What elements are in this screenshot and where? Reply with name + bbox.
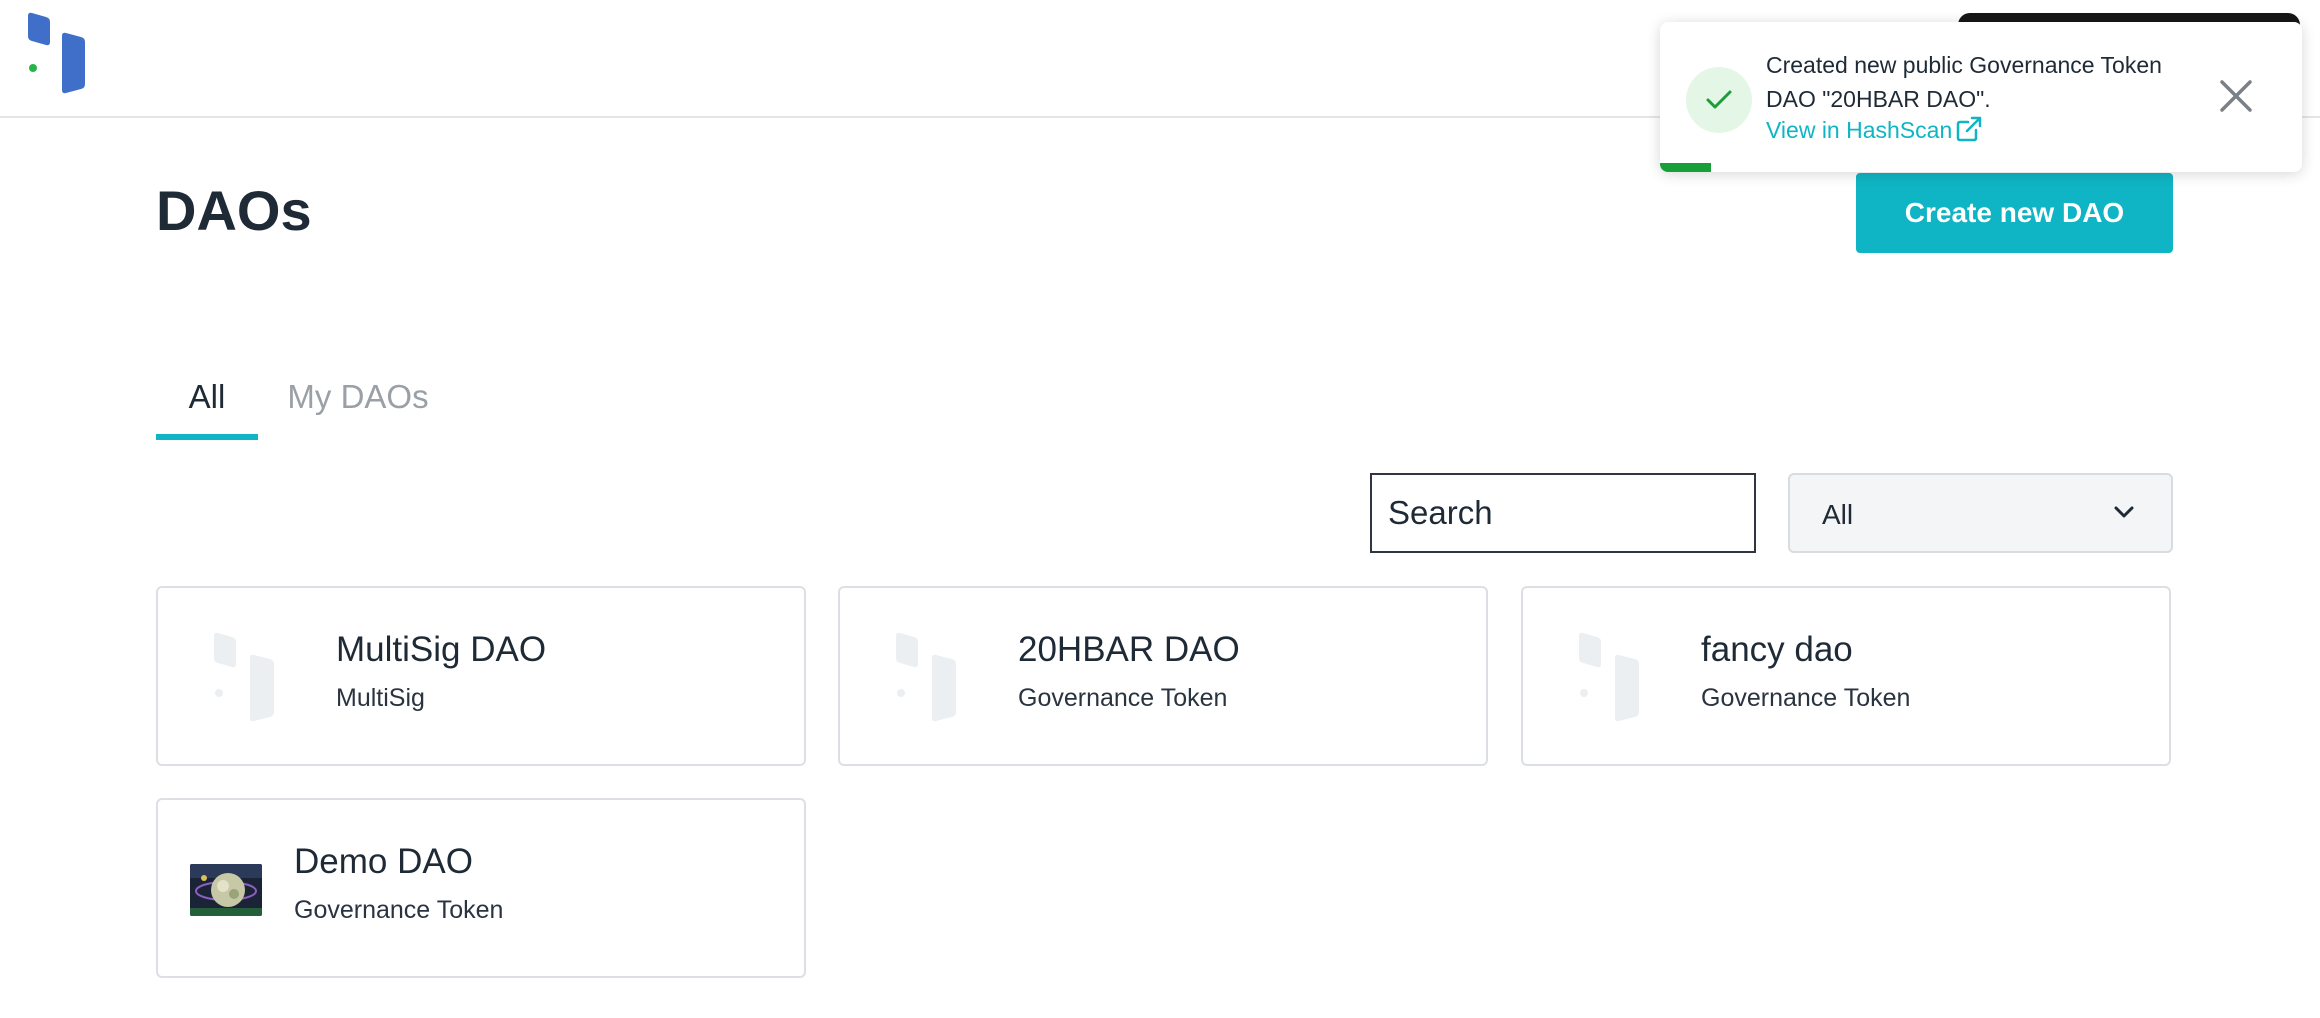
toast-message: Created new public Governance Token DAO … bbox=[1766, 52, 2162, 112]
dao-name: Demo DAO bbox=[294, 842, 473, 881]
dao-logo-placeholder-icon bbox=[1579, 632, 1639, 722]
create-dao-button[interactable]: Create new DAO bbox=[1856, 173, 2173, 253]
success-badge bbox=[1686, 67, 1752, 133]
view-in-hashscan-link[interactable]: View in HashScan bbox=[1766, 116, 1982, 144]
app-logo-icon[interactable] bbox=[26, 12, 88, 94]
dao-type: Governance Token bbox=[1018, 684, 1228, 712]
dao-logo-placeholder-icon bbox=[214, 632, 274, 722]
tab-my-daos[interactable]: My DAOs bbox=[278, 370, 438, 440]
dao-card[interactable]: Demo DAO Governance Token bbox=[156, 798, 806, 978]
dao-type-select[interactable]: All bbox=[1788, 473, 2173, 553]
external-link-icon bbox=[1957, 116, 1982, 142]
dao-type: Governance Token bbox=[1701, 684, 1911, 712]
toast-progress-bar bbox=[1660, 163, 1712, 172]
tab-all-label: All bbox=[188, 378, 226, 415]
dao-card[interactable]: 20HBAR DAO Governance Token bbox=[838, 586, 1488, 766]
dao-card[interactable]: MultiSig DAO MultiSig bbox=[156, 586, 806, 766]
dao-card[interactable]: fancy dao Governance Token bbox=[1521, 586, 2171, 766]
dao-type-select-value: All bbox=[1822, 499, 1854, 530]
tab-all[interactable]: All bbox=[156, 370, 258, 440]
success-toast: Created new public Governance Token DAO … bbox=[1660, 22, 2302, 172]
dao-logo-placeholder-icon bbox=[896, 632, 956, 722]
dao-name: 20HBAR DAO bbox=[1018, 630, 1240, 669]
view-in-hashscan-label: View in HashScan bbox=[1766, 117, 1953, 143]
dao-name: MultiSig DAO bbox=[336, 630, 547, 669]
dao-type: MultiSig bbox=[336, 684, 425, 712]
dao-name: fancy dao bbox=[1701, 630, 1853, 669]
chevron-down-icon bbox=[2114, 506, 2134, 518]
close-icon[interactable] bbox=[2218, 78, 2254, 114]
tab-my-daos-label: My DAOs bbox=[287, 378, 429, 415]
search-input[interactable] bbox=[1370, 473, 1756, 553]
page-title: DAOs bbox=[156, 179, 312, 242]
check-icon bbox=[1706, 90, 1732, 109]
dao-image bbox=[190, 864, 262, 916]
dao-type: Governance Token bbox=[294, 896, 504, 924]
